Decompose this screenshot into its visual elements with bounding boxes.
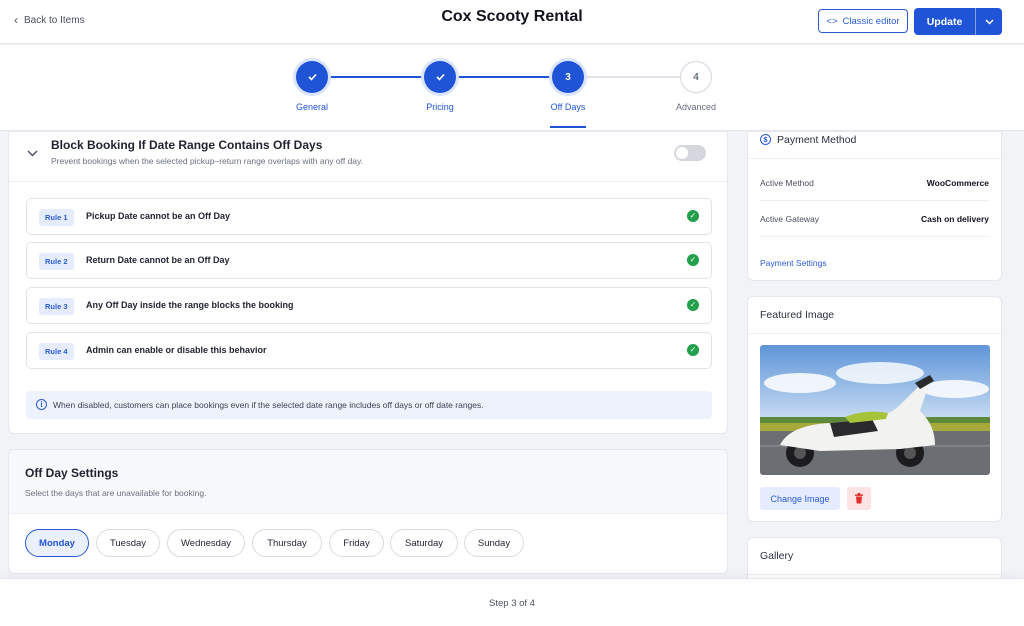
update-button[interactable]: Update — [914, 8, 1002, 35]
gallery-title: Gallery — [760, 550, 794, 562]
rule-text: Admin can enable or disable this behavio… — [86, 345, 267, 355]
active-step-underline — [550, 126, 586, 128]
rule-item: Rule 1 Pickup Date cannot be an Off Day … — [26, 198, 712, 235]
update-label: Update — [926, 15, 963, 28]
payment-method-card: $ Payment Method Active Method WooCommer… — [747, 131, 1002, 281]
check-icon — [307, 73, 317, 81]
classic-editor-button[interactable]: <> Classic editor — [818, 9, 908, 33]
day-pill-sunday[interactable]: Sunday — [464, 529, 524, 557]
step-4-circle[interactable]: 4 — [680, 61, 712, 93]
payment-row-gateway: Active Gateway Cash on delivery — [760, 201, 989, 237]
payment-method-title: Payment Method — [777, 134, 857, 146]
info-icon: i — [36, 399, 47, 410]
block-booking-title: Block Booking If Date Range Contains Off… — [51, 138, 323, 152]
day-pill-friday[interactable]: Friday — [329, 529, 384, 557]
payment-row-label: Active Gateway — [760, 214, 820, 224]
check-icon — [435, 73, 445, 81]
step-4-label[interactable]: Advanced — [651, 102, 741, 112]
featured-image-header: Featured Image — [748, 297, 1001, 334]
code-icon: <> — [826, 15, 838, 27]
check-circle-icon: ✓ — [687, 254, 699, 266]
step-3-circle[interactable]: 3 — [552, 61, 584, 93]
step-3-label[interactable]: Off Days — [523, 102, 613, 112]
check-circle-icon: ✓ — [687, 299, 699, 311]
dollar-icon: $ — [760, 134, 771, 145]
step-2-circle[interactable] — [424, 61, 456, 93]
payment-settings-link[interactable]: Payment Settings — [760, 258, 827, 268]
chevron-down-icon[interactable] — [27, 146, 38, 160]
payment-row-value: Cash on delivery — [920, 214, 989, 224]
step-1-circle[interactable] — [296, 61, 328, 93]
day-pill-tuesday[interactable]: Tuesday — [96, 529, 160, 557]
top-bar: ‹ Back to Items Cox Scooty Rental <> Cla… — [0, 0, 1024, 44]
trash-icon — [855, 493, 863, 504]
featured-image-card: Featured Image Change Image — [747, 296, 1002, 522]
day-pill-thursday[interactable]: Thursday — [252, 529, 322, 557]
payment-method-header: $ Payment Method — [748, 132, 1001, 159]
block-booking-subtitle: Prevent bookings when the selected picku… — [51, 156, 364, 166]
step-wizard: 3 4 General Pricing Off Days Advanced — [0, 45, 1024, 131]
check-circle-icon: ✓ — [687, 210, 699, 222]
chevron-down-icon[interactable] — [976, 8, 1002, 35]
step-connector-1 — [328, 76, 424, 78]
rule-text: Pickup Date cannot be an Off Day — [86, 211, 231, 221]
block-booking-card: Block Booking If Date Range Contains Off… — [8, 131, 728, 434]
off-day-settings-title: Off Day Settings — [25, 466, 119, 480]
step-connector-2 — [456, 76, 552, 78]
info-notice: i When disabled, customers can place boo… — [26, 391, 712, 419]
rule-badge: Rule 2 — [39, 253, 74, 270]
block-booking-header: Block Booking If Date Range Contains Off… — [9, 132, 727, 182]
rule-item: Rule 4 Admin can enable or disable this … — [26, 332, 712, 369]
step-progress-text: Step 3 of 4 — [489, 598, 535, 609]
step-2-label[interactable]: Pricing — [395, 102, 485, 112]
payment-row-label: Active Method — [760, 178, 814, 188]
featured-image-title: Featured Image — [760, 309, 835, 321]
classic-editor-label: Classic editor — [842, 15, 900, 27]
payment-row-method: Active Method WooCommerce — [760, 165, 989, 201]
toggle-knob — [676, 147, 688, 159]
day-pill-saturday[interactable]: Saturday — [390, 529, 458, 557]
info-text: When disabled, customers can place booki… — [53, 400, 484, 410]
rule-item: Rule 3 Any Off Day inside the range bloc… — [26, 287, 712, 324]
rule-text: Any Off Day inside the range blocks the … — [86, 300, 294, 310]
off-day-settings-header: Off Day Settings Select the days that ar… — [9, 450, 727, 514]
delete-image-button[interactable] — [847, 487, 871, 510]
rule-item: Rule 2 Return Date cannot be an Off Day … — [26, 242, 712, 279]
rule-badge: Rule 1 — [39, 209, 74, 226]
gallery-header: Gallery — [748, 538, 1001, 575]
rule-badge: Rule 3 — [39, 298, 74, 315]
day-pill-wednesday[interactable]: Wednesday — [167, 529, 245, 557]
rule-text: Return Date cannot be an Off Day — [86, 255, 230, 265]
change-image-button[interactable]: Change Image — [760, 487, 840, 510]
off-day-settings-card: Off Day Settings Select the days that ar… — [8, 449, 728, 574]
step-1-label[interactable]: General — [267, 102, 357, 112]
rule-badge: Rule 4 — [39, 343, 74, 360]
check-circle-icon: ✓ — [687, 344, 699, 356]
block-booking-toggle[interactable] — [674, 145, 706, 161]
wizard-footer: Step 3 of 4 — [0, 578, 1024, 626]
featured-image-photo[interactable] — [760, 345, 990, 475]
day-pill-monday[interactable]: Monday — [25, 529, 89, 557]
step-connector-3 — [584, 76, 680, 78]
off-day-settings-subtitle: Select the days that are unavailable for… — [25, 488, 207, 498]
payment-row-value: WooCommerce — [926, 178, 989, 188]
